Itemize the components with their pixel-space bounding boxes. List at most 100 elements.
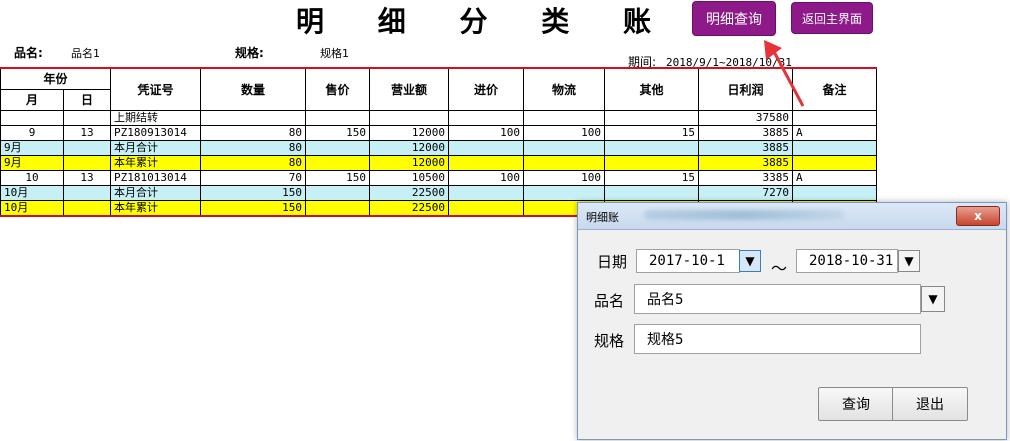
header-daily-profit: 日利润 [698, 67, 794, 111]
cell-voucher: 上期结转 [110, 109, 202, 126]
cell-remark [792, 109, 878, 126]
cell-quantity: 150 [200, 184, 307, 201]
table-row: 9 13 PZ180913014 80 150 12000 100 100 15 3885 A [0, 124, 878, 141]
cell-price [305, 139, 371, 156]
cell-logistics [523, 139, 606, 156]
cell-price: 150 [305, 124, 371, 141]
cell-month: 9月 [0, 154, 64, 171]
cell-day [62, 154, 112, 171]
cell-voucher: 本月合计 [110, 139, 202, 156]
cell-quantity: 150 [200, 199, 307, 217]
cell-logistics [523, 184, 606, 201]
cell-other [604, 184, 700, 201]
cell-remark: A [792, 124, 878, 141]
cell-revenue: 22500 [369, 199, 450, 217]
page-title: 明 细 分 类 账 [296, 5, 673, 38]
table-row: 9月 本月合计 80 12000 3885 [0, 139, 878, 156]
cell-logistics [523, 109, 606, 126]
cell-voucher: PZ181013014 [110, 169, 202, 186]
cell-month: 10 [0, 169, 64, 186]
cell-daily-profit: 7270 [698, 184, 794, 201]
cell-remark [792, 154, 878, 171]
cell-other [604, 139, 700, 156]
spec-field[interactable]: 规格5 [634, 324, 921, 354]
table-row: 上期结转 37580 [0, 109, 878, 126]
cell-month: 9 [0, 124, 64, 141]
cell-cost: 100 [448, 124, 525, 141]
cell-quantity: 80 [200, 139, 307, 156]
cell-cost [448, 109, 525, 126]
table-row: 10 13 PZ181013014 70 150 10500 100 100 15 3385 A [0, 169, 878, 186]
cell-day [62, 109, 112, 126]
date-label: 日期 [597, 253, 628, 271]
cell-day: 13 [62, 169, 112, 186]
cell-month: 9月 [0, 139, 64, 156]
spec-label: 规格 [594, 332, 625, 350]
table-row: 10月 本月合计 150 22500 7270 [0, 184, 878, 201]
cell-remark [792, 184, 878, 201]
cell-voucher: PZ180913014 [110, 124, 202, 141]
exit-button[interactable]: 退出 [892, 387, 968, 421]
cell-voucher: 本月合计 [110, 184, 202, 201]
product-label: 品名: [14, 46, 43, 60]
product-value: 品名1 [71, 47, 100, 60]
cell-cost [448, 199, 525, 217]
cell-quantity: 80 [200, 154, 307, 171]
date-from-dropdown-button[interactable]: ▼ [739, 250, 761, 272]
cell-revenue: 12000 [369, 124, 450, 141]
cell-other: 15 [604, 124, 700, 141]
cell-day [62, 139, 112, 156]
close-button[interactable]: x [956, 206, 1000, 226]
cell-logistics [523, 154, 606, 171]
dropdown-arrow-icon: ▼ [745, 254, 755, 268]
product-name-field[interactable]: 品名5 [634, 284, 921, 314]
cell-revenue: 12000 [369, 154, 450, 171]
cell-day: 13 [62, 124, 112, 141]
cell-month [0, 109, 64, 126]
detail-ledger-dialog: 明细账 x 日期 2017-10-1 ▼ ～ 2018-10-31 ▼ 品名 品… [577, 202, 1007, 440]
header-other: 其他 [604, 67, 700, 111]
cell-voucher: 本年累计 [110, 199, 202, 217]
detail-query-button[interactable]: 明细查询 [692, 1, 776, 36]
header-cost: 进价 [448, 67, 525, 111]
cell-month: 10月 [0, 184, 64, 201]
product-name-dropdown-button[interactable]: ▼ [921, 286, 945, 312]
cell-daily-profit: 3385 [698, 169, 794, 186]
cell-remark [792, 139, 878, 156]
cell-month: 10月 [0, 199, 64, 217]
date-to-field[interactable]: 2018-10-31 [796, 249, 898, 273]
cell-daily-profit: 3885 [698, 154, 794, 171]
date-to-dropdown-button[interactable]: ▼ [898, 250, 920, 272]
cell-price: 150 [305, 169, 371, 186]
cell-cost [448, 139, 525, 156]
dropdown-arrow-icon: ▼ [904, 254, 914, 268]
date-from-field[interactable]: 2017-10-1 [636, 249, 740, 273]
spec-value: 规格1 [320, 47, 349, 60]
cell-logistics: 100 [523, 124, 606, 141]
dialog-title: 明细账 [586, 211, 619, 224]
cell-daily-profit: 3885 [698, 139, 794, 156]
cell-price [305, 109, 371, 126]
dialog-titlebar[interactable]: 明细账 x [578, 203, 1006, 230]
cell-revenue: 12000 [369, 139, 450, 156]
cell-cost [448, 154, 525, 171]
query-button[interactable]: 查询 [818, 387, 894, 421]
header-year: 年份 [0, 67, 112, 90]
table-row: 9月 本年累计 80 12000 3885 [0, 154, 878, 171]
cell-remark: A [792, 169, 878, 186]
cell-quantity [200, 109, 307, 126]
date-range-separator: ～ [771, 259, 788, 278]
cell-day [62, 184, 112, 201]
header-logistics: 物流 [523, 67, 606, 111]
cell-other: 15 [604, 169, 700, 186]
product-name-label: 品名 [594, 292, 625, 310]
close-icon: x [974, 209, 982, 223]
cell-daily-profit: 3885 [698, 124, 794, 141]
cell-revenue: 22500 [369, 184, 450, 201]
header-month: 月 [0, 88, 64, 111]
cell-other [604, 109, 700, 126]
header-quantity: 数量 [200, 67, 307, 111]
back-to-main-button[interactable]: 返回主界面 [791, 2, 873, 34]
cell-voucher: 本年累计 [110, 154, 202, 171]
cell-cost: 100 [448, 169, 525, 186]
